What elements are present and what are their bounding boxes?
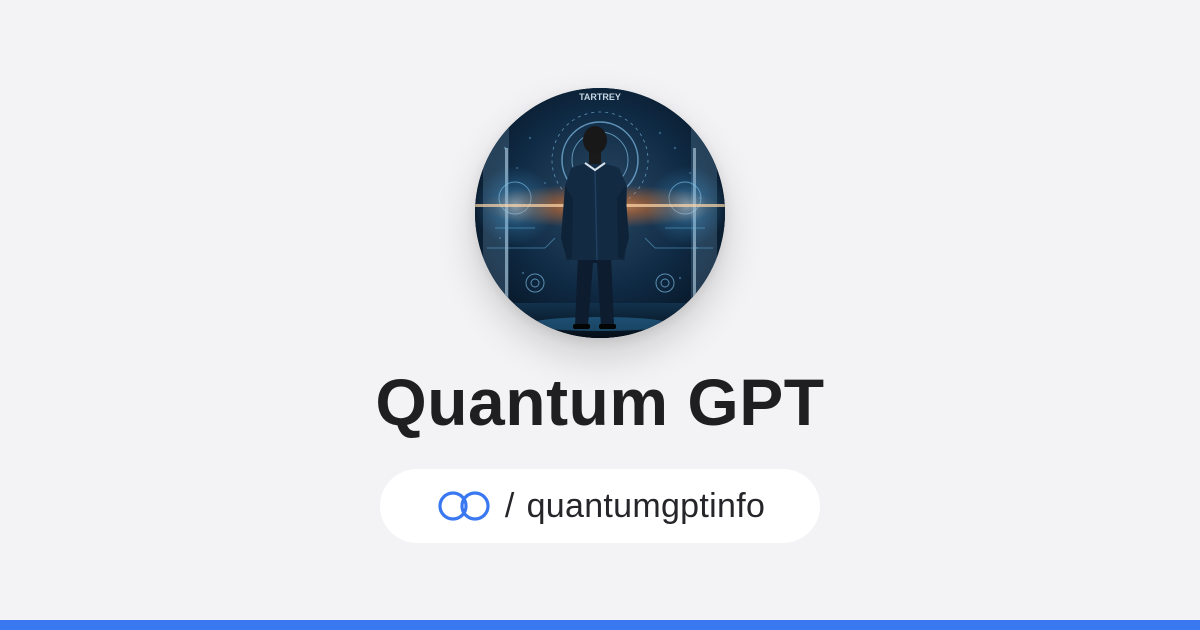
avatar[interactable]: TARTREY [475, 88, 725, 338]
profile-handle[interactable]: quantumgptinfo [527, 487, 766, 526]
avatar-image: TARTREY [475, 88, 725, 338]
profile-name: Quantum GPT [375, 365, 825, 439]
bottom-accent-bar [0, 620, 1200, 630]
profile-link-pill[interactable]: / quantumgptinfo [380, 469, 820, 543]
share-card: TARTREY Quantum GPT / quantumgptinfo [0, 0, 1200, 630]
avatar-sign-text: TARTREY [579, 92, 621, 102]
link-icon [438, 491, 490, 521]
handle-separator: / [504, 486, 515, 525]
